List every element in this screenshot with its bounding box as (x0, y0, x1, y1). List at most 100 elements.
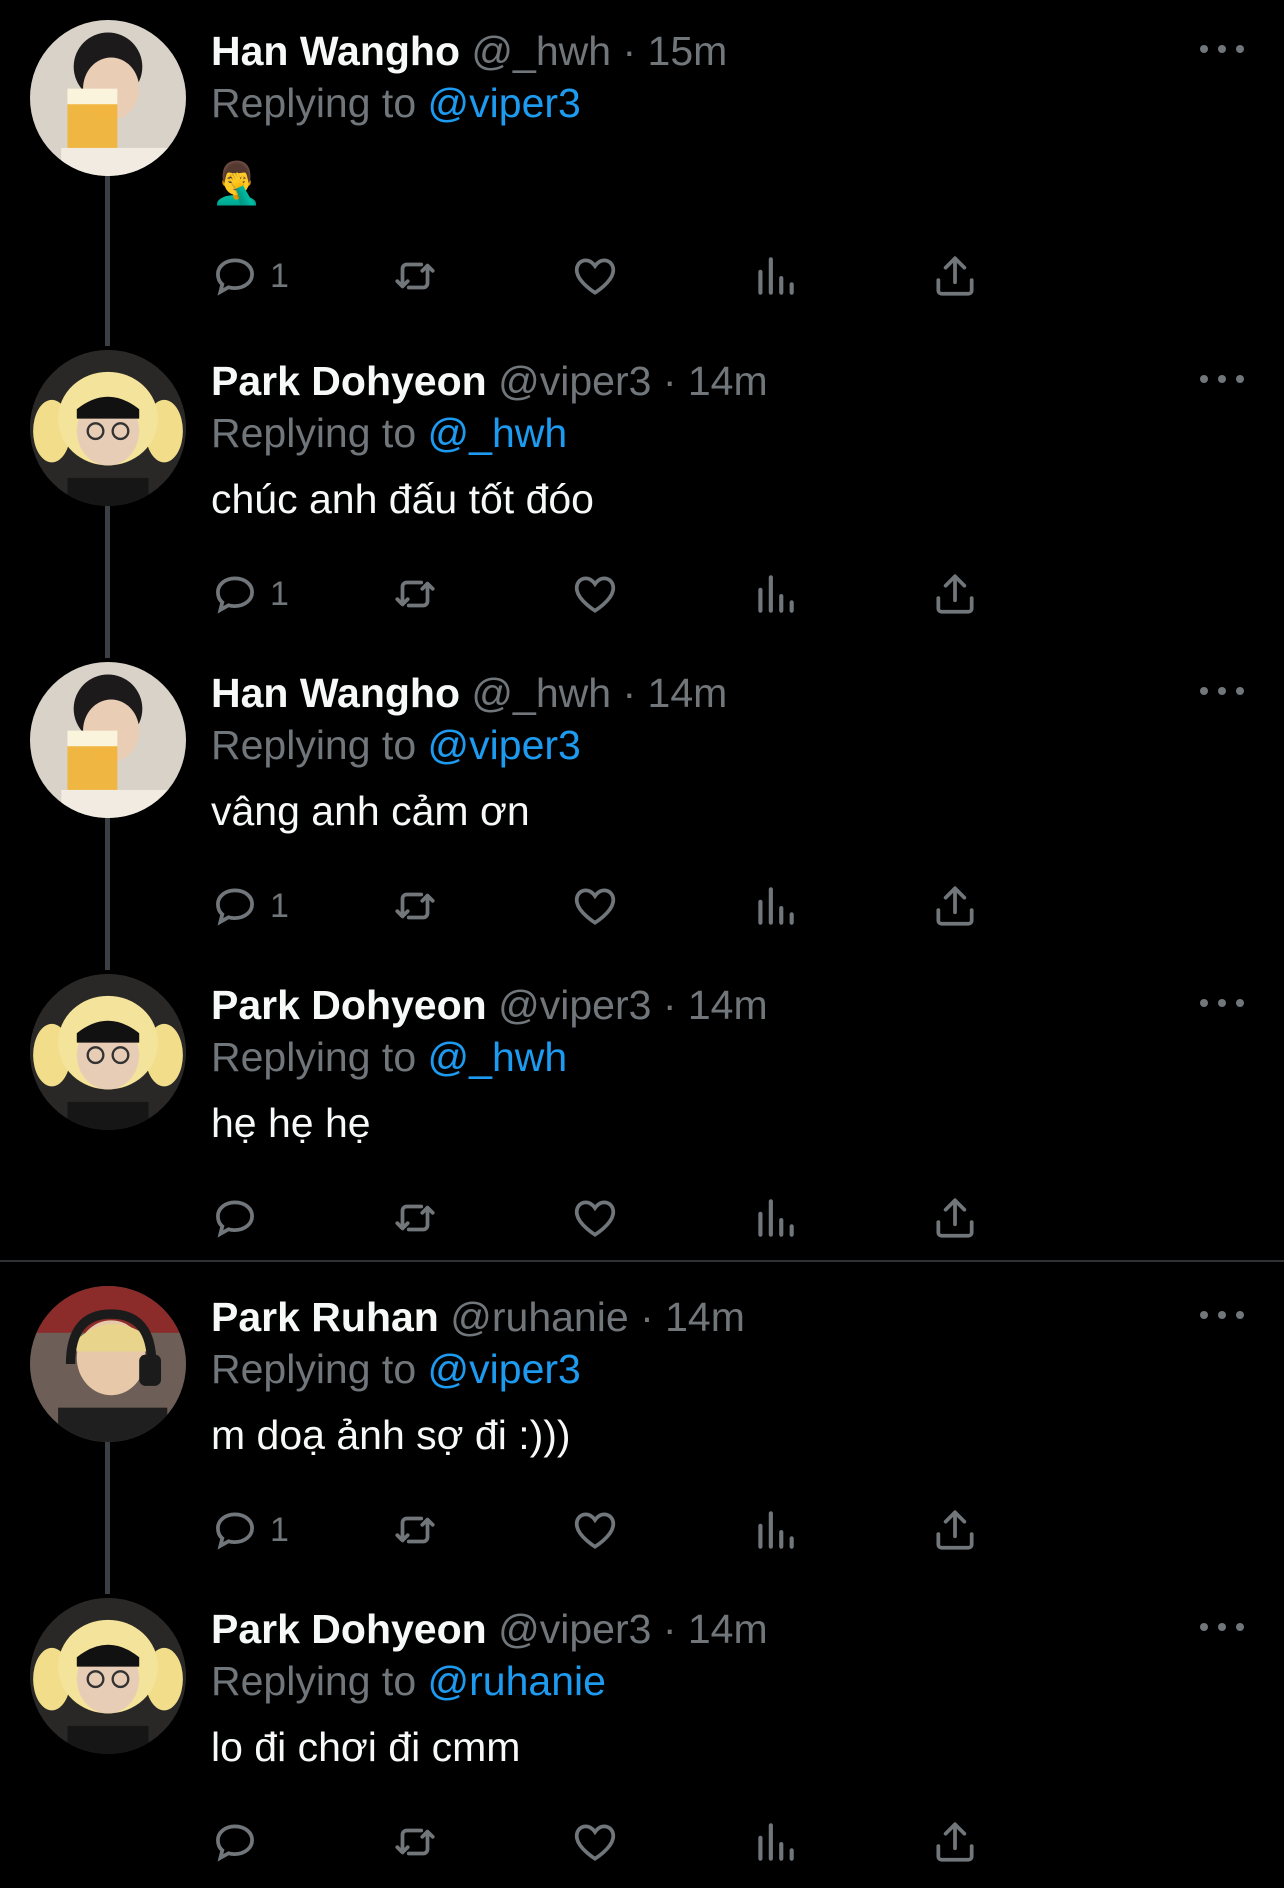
replying-to-label: Replying to (211, 722, 417, 768)
tweet-3[interactable]: Han Wangho @_hwh · 14m Replying to @vipe… (0, 642, 1284, 970)
user-handle[interactable]: @_hwh (471, 28, 611, 74)
tweet-1[interactable]: Han Wangho @_hwh · 15m Replying to @vipe… (0, 0, 1284, 346)
tweet-header: Han Wangho @_hwh · 15m (211, 26, 727, 76)
tweet-5[interactable]: Park Ruhan @ruhanie · 14m Replying to @v… (0, 1266, 1284, 1594)
share-button[interactable] (930, 1500, 980, 1560)
like-button[interactable] (570, 246, 620, 306)
avatar-yellow-hat[interactable] (30, 350, 186, 506)
display-name[interactable]: Park Ruhan (211, 1294, 439, 1340)
more-options-icon[interactable] (1200, 988, 1244, 1018)
reply-button[interactable]: 1 (210, 1500, 289, 1560)
share-button[interactable] (930, 1812, 980, 1872)
avatar-yellow-hat[interactable] (30, 974, 186, 1130)
retweet-button[interactable] (390, 246, 440, 306)
display-name[interactable]: Han Wangho (211, 670, 460, 716)
more-options-icon[interactable] (1200, 364, 1244, 394)
analytics-icon (758, 575, 794, 613)
reply-mention-link[interactable]: @viper3 (428, 80, 581, 126)
more-options-icon[interactable] (1200, 1300, 1244, 1330)
retweet-button[interactable] (390, 564, 440, 624)
like-button[interactable] (570, 1188, 620, 1248)
analytics-icon (758, 1823, 794, 1861)
tweet-2[interactable]: Park Dohyeon @viper3 · 14m Replying to @… (0, 330, 1284, 658)
reply-button[interactable]: 1 (210, 876, 289, 936)
replying-to-label: Replying to (211, 1658, 417, 1704)
user-handle[interactable]: @_hwh (471, 670, 611, 716)
tweet-4[interactable]: Park Dohyeon @viper3 · 14m Replying to @… (0, 954, 1284, 1264)
analytics-button[interactable] (750, 876, 800, 936)
analytics-icon (758, 887, 794, 925)
user-handle[interactable]: @viper3 (498, 1606, 651, 1652)
thread-connector-line (105, 506, 110, 658)
avatar-yellow-hat[interactable] (30, 1598, 186, 1754)
user-handle[interactable]: @ruhanie (450, 1294, 628, 1340)
analytics-button[interactable] (750, 564, 800, 624)
analytics-button[interactable] (750, 1188, 800, 1248)
avatar-beer-guy[interactable] (30, 20, 186, 176)
tweet-text: 🤦‍♂️ (211, 160, 263, 206)
reply-button[interactable] (210, 1812, 270, 1872)
share-button[interactable] (930, 1188, 980, 1248)
avatar-beer-guy[interactable] (30, 662, 186, 818)
tweet-actions: 1 (210, 246, 1130, 306)
more-options-icon[interactable] (1200, 676, 1244, 706)
reply-button[interactable]: 1 (210, 564, 289, 624)
analytics-icon (758, 1199, 794, 1237)
avatar-headset-guy[interactable] (30, 1286, 186, 1442)
user-handle[interactable]: @viper3 (498, 982, 651, 1028)
tweet-6[interactable]: Park Dohyeon @viper3 · 14m Replying to @… (0, 1578, 1284, 1888)
tweet-header: Park Dohyeon @viper3 · 14m (211, 1604, 768, 1654)
retweet-button[interactable] (390, 876, 440, 936)
timestamp[interactable]: 14m (688, 1606, 768, 1652)
like-button[interactable] (570, 564, 620, 624)
user-handle[interactable]: @viper3 (498, 358, 651, 404)
retweet-button[interactable] (390, 1188, 440, 1248)
thread-connector-line (105, 1442, 110, 1594)
timestamp[interactable]: 14m (688, 358, 768, 404)
reply-mention-link[interactable]: @_hwh (428, 1034, 568, 1080)
reply-mention-link[interactable]: @viper3 (428, 1346, 581, 1392)
display-name[interactable]: Park Dohyeon (211, 982, 487, 1028)
display-name[interactable]: Park Dohyeon (211, 1606, 487, 1652)
thread-connector-line (105, 176, 110, 346)
tweet-actions: 1 (210, 564, 1130, 624)
retweet-button[interactable] (390, 1812, 440, 1872)
analytics-icon (758, 257, 794, 295)
share-button[interactable] (930, 876, 980, 936)
analytics-icon (758, 1511, 794, 1549)
replying-to-line: Replying to @ruhanie (211, 1656, 606, 1706)
share-icon (936, 886, 974, 926)
timestamp[interactable]: 15m (648, 28, 728, 74)
reply-mention-link[interactable]: @viper3 (428, 722, 581, 768)
reply-count: 1 (270, 1510, 289, 1549)
display-name[interactable]: Park Dohyeon (211, 358, 487, 404)
like-button[interactable] (570, 1500, 620, 1560)
share-button[interactable] (930, 246, 980, 306)
tweet-text: m doạ ảnh sợ đi :))) (211, 1412, 571, 1458)
retweet-button[interactable] (390, 1500, 440, 1560)
reply-button[interactable] (210, 1188, 270, 1248)
timestamp[interactable]: 14m (665, 1294, 745, 1340)
reply-button[interactable]: 1 (210, 246, 289, 306)
reply-mention-link[interactable]: @ruhanie (428, 1658, 606, 1704)
more-options-icon[interactable] (1200, 34, 1244, 64)
like-button[interactable] (570, 876, 620, 936)
retweet-icon (395, 1204, 435, 1232)
timestamp[interactable]: 14m (688, 982, 768, 1028)
share-button[interactable] (930, 564, 980, 624)
tweet-text: hẹ hẹ hẹ (211, 1100, 371, 1146)
display-name[interactable]: Han Wangho (211, 28, 460, 74)
retweet-icon (395, 262, 435, 290)
timestamp[interactable]: 14m (648, 670, 728, 716)
analytics-button[interactable] (750, 1500, 800, 1560)
analytics-button[interactable] (750, 246, 800, 306)
analytics-button[interactable] (750, 1812, 800, 1872)
more-options-icon[interactable] (1200, 1612, 1244, 1642)
retweet-icon (395, 580, 435, 608)
tweet-actions: 1 (210, 876, 1130, 936)
share-icon (936, 256, 974, 296)
reply-icon (216, 1200, 254, 1238)
like-button[interactable] (570, 1812, 620, 1872)
retweet-icon (395, 1828, 435, 1856)
reply-mention-link[interactable]: @_hwh (428, 410, 568, 456)
